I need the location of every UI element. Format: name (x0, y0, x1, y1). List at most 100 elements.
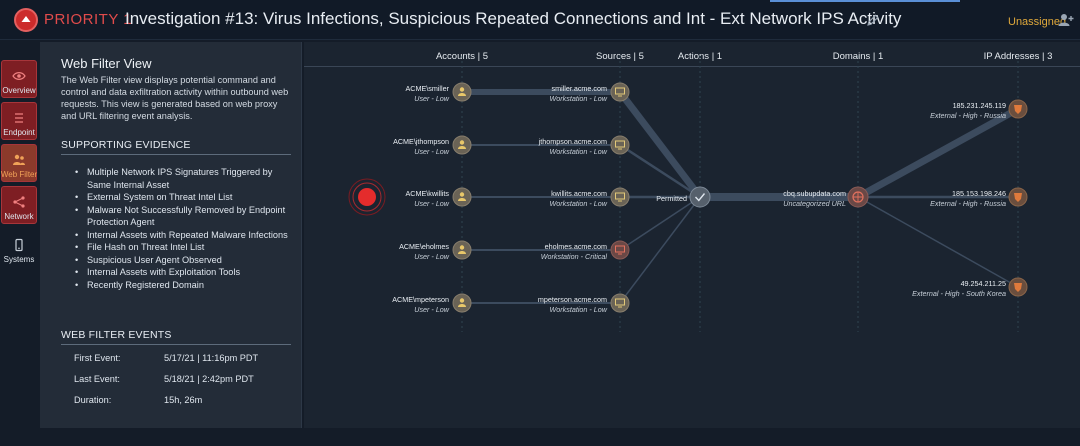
account-name: ACME\mpeterson (392, 295, 449, 304)
account-label: ACME\kwillits User - Low (405, 189, 449, 208)
account-node-smiller[interactable] (452, 82, 472, 102)
evidence-item: File Hash on Threat Intel List (75, 241, 295, 254)
ip-name: 185.231.245.119 (952, 101, 1006, 110)
source-node-smiller[interactable] (610, 82, 630, 102)
link-source-action[interactable] (617, 89, 703, 200)
info-panel: Web Filter View The Web Filter view disp… (40, 42, 302, 428)
web-filter-events-heading: WEB FILTER EVENTS (61, 329, 291, 345)
account-sub: User - Low (414, 251, 449, 261)
header-bar: PRIORITY 1 Investigation #13: Virus Infe… (0, 0, 1080, 40)
source-node-mpeterson[interactable] (610, 293, 630, 313)
evidence-item: Internal Assets with Exploitation Tools (75, 266, 295, 279)
source-name: jthompson.acme.com (538, 137, 607, 146)
domain-sub: Uncategorized URL (783, 198, 846, 208)
domain-node-cbq[interactable] (847, 186, 869, 208)
evidence-list: Multiple Network IPS Signatures Triggere… (75, 166, 295, 291)
nav-endpoint-label: Endpoint (3, 128, 35, 137)
account-node-mpeterson[interactable] (452, 293, 472, 313)
ip-node-185-153[interactable] (1008, 187, 1028, 207)
account-label: ACME\mpeterson User - Low (392, 295, 449, 314)
alert-pulse-marker[interactable] (348, 178, 386, 216)
nav-systems-label: Systems (3, 255, 35, 264)
nav-endpoint[interactable]: Endpoint (1, 102, 37, 140)
source-label: jthompson.acme.com Workstation - Low (539, 137, 607, 156)
source-label: smiller.acme.com Workstation - Low (549, 84, 607, 103)
account-sub: User - Low (414, 304, 449, 314)
source-sub: Workstation - Low (549, 146, 607, 156)
nav-systems[interactable]: Systems (1, 228, 37, 266)
priority-up-icon (14, 8, 38, 32)
priority-label: PRIORITY 1 (44, 11, 133, 28)
source-name: eholmes.acme.com (544, 242, 607, 251)
source-sub: Workstation - Low (549, 198, 607, 208)
account-node-eholmes[interactable] (452, 240, 472, 260)
bottom-strip (0, 428, 1080, 446)
domain-label: cbq.subupdata.com Uncategorized URL (783, 189, 846, 208)
nav-overview-label: Overview (2, 86, 36, 95)
account-name: ACME\eholmes (399, 242, 449, 251)
ip-sub: External - High - Russia (930, 198, 1006, 208)
account-sub: User - Low (414, 93, 449, 103)
action-name: Permitted (656, 194, 687, 203)
nav-web-filter[interactable]: Web Filter (1, 144, 37, 182)
source-label: eholmes.acme.com Workstation - Critical (541, 242, 607, 261)
evidence-item: Malware Not Successfully Removed by Endp… (75, 204, 295, 229)
event-key: Last Event: (74, 374, 120, 384)
source-name: smiller.acme.com (551, 84, 607, 93)
event-row-first: First Event: 5/17/21 | 11:16pm PDT (74, 353, 294, 374)
ip-label: 49.254.211.25 External - High - South Kor… (912, 279, 1006, 298)
evidence-item: Internal Assets with Repeated Malware In… (75, 229, 295, 242)
ip-sub: External - High - Russia (930, 110, 1006, 120)
source-label: kwillits.acme.com Workstation - Low (549, 189, 607, 208)
link-domain-ip[interactable] (857, 196, 1019, 288)
list-icon (15, 113, 23, 123)
link-graph[interactable]: Accounts | 5 Sources | 5 Actions | 1 Dom… (304, 42, 1080, 428)
source-label: mpeterson.acme.com Workstation - Low (538, 295, 607, 314)
account-node-jthompson[interactable] (452, 135, 472, 155)
device-icon (15, 238, 23, 252)
event-value: 15h, 26m (164, 395, 203, 405)
account-name: ACME\jthompson (393, 137, 449, 146)
assign-user-icon[interactable] (1058, 13, 1074, 27)
nav-network[interactable]: Network (1, 186, 37, 224)
network-icon (13, 196, 25, 208)
nav-overview[interactable]: Overview (1, 60, 37, 98)
ip-name: 49.254.211.25 (960, 279, 1006, 288)
source-name: mpeterson.acme.com (537, 295, 607, 304)
ip-label: 185.231.245.119 External - High - Russia (930, 101, 1006, 120)
source-node-kwillits[interactable] (610, 187, 630, 207)
account-name: ACME\kwillits (405, 189, 449, 198)
ip-name: 185.153.198.246 (952, 189, 1006, 198)
nav-network-label: Network (4, 212, 34, 221)
people-icon (13, 154, 25, 165)
account-label: ACME\jthompson User - Low (393, 137, 449, 156)
account-label: ACME\eholmes User - Low (399, 242, 449, 261)
account-sub: User - Low (414, 146, 449, 156)
nav-web-filter-label: Web Filter (0, 170, 38, 179)
account-name: ACME\smiller (405, 84, 449, 93)
link-source-action[interactable] (619, 196, 701, 251)
edit-pencil-icon[interactable] (866, 13, 880, 27)
source-sub: Workstation - Low (549, 304, 607, 314)
ip-node-185-231[interactable] (1008, 99, 1028, 119)
link-source-action[interactable] (619, 196, 701, 304)
link-domain-ip[interactable] (856, 105, 1020, 201)
source-sub: Workstation - Critical (540, 251, 607, 261)
supporting-evidence-heading: SUPPORTING EVIDENCE (61, 139, 291, 155)
ip-node-49-254[interactable] (1008, 277, 1028, 297)
view-description: The Web Filter view displays potential c… (61, 75, 289, 121)
view-title: Web Filter View (61, 56, 152, 71)
link-source-action[interactable] (619, 143, 701, 199)
eye-icon (12, 72, 26, 80)
ip-label: 185.153.198.246 External - High - Russia (930, 189, 1006, 208)
action-label: Permitted (656, 194, 687, 204)
investigation-title: Investigation #13: Virus Infections, Sus… (125, 9, 902, 28)
source-name: kwillits.acme.com (551, 189, 607, 198)
event-key: Duration: (74, 395, 112, 405)
source-node-eholmes[interactable] (610, 240, 630, 260)
source-node-jthompson[interactable] (610, 135, 630, 155)
evidence-item: Recently Registered Domain (75, 279, 295, 292)
account-label: ACME\smiller User - Low (405, 84, 449, 103)
account-node-kwillits[interactable] (452, 187, 472, 207)
action-node-permitted[interactable] (689, 186, 711, 208)
